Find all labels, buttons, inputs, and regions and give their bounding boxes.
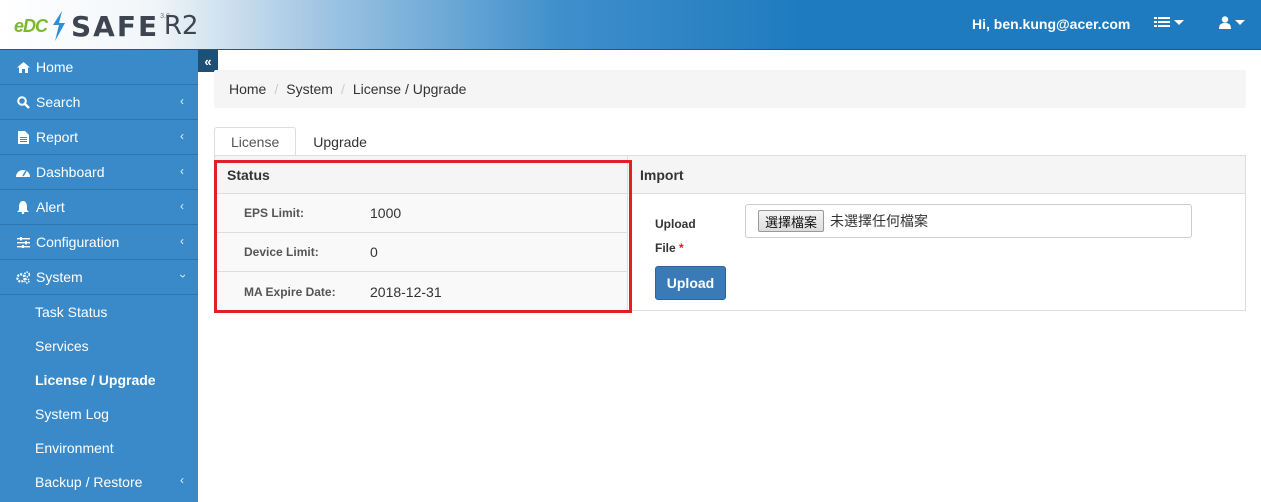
tab-upgrade[interactable]: Upgrade (296, 127, 384, 155)
chevron-left-icon: ‹ (180, 164, 184, 178)
sidebar-subitem-label: Services (35, 338, 89, 354)
sidebar-item-report[interactable]: Report ‹ (0, 120, 198, 155)
status-label: Device Limit: (244, 245, 319, 259)
sidebar-item-label: Search (36, 94, 81, 110)
sidebar-subitem-label: Environment (35, 440, 114, 456)
status-row-ma-expire-date: MA Expire Date: 2018-12-31 (215, 272, 629, 311)
tab-license[interactable]: License (214, 127, 297, 155)
top-bar: eDC SAFE 3.0 R2 Hi, ben.kung@acer.com (0, 0, 1261, 50)
file-status-text: 未選擇任何檔案 (830, 214, 929, 230)
sidebar-subitem-label: System Log (35, 406, 109, 422)
sidebar-collapse-button[interactable]: « (198, 50, 218, 72)
breadcrumb: Home / System / License / Upgrade (214, 70, 1246, 108)
user-icon (1219, 16, 1231, 29)
breadcrumb-item-current: License / Upgrade (352, 81, 467, 97)
sidebar-item-home[interactable]: Home (0, 50, 198, 85)
sidebar-item-label: System (36, 269, 83, 285)
app-logo[interactable]: eDC SAFE 3.0 R2 (14, 9, 198, 43)
logo-r2: R2 (163, 11, 199, 41)
file-input[interactable]: 選擇檔案 未選擇任何檔案 (745, 204, 1192, 238)
chevron-left-icon: ‹ (180, 473, 184, 487)
user-menu-toggle[interactable] (1219, 16, 1245, 29)
upload-label-line1: Upload (655, 217, 696, 231)
bolt-icon (53, 11, 66, 41)
chevron-left-icon: ‹ (180, 199, 184, 213)
sidebar: Home Search ‹ Report ‹ Dashboard ‹ Alert… (0, 50, 198, 502)
status-value: 1000 (370, 205, 402, 221)
chevron-down-icon (1174, 19, 1184, 25)
status-label: MA Expire Date: (244, 284, 336, 299)
status-panel: Status EPS Limit: 1000 Device Limit: 0 M… (214, 155, 630, 311)
sidebar-subitem-task-status[interactable]: Task Status (0, 295, 198, 329)
logo-safe: SAFE (71, 9, 160, 43)
sidebar-item-search[interactable]: Search ‹ (0, 85, 198, 120)
bell-icon (15, 200, 31, 214)
upload-label-line2: File (655, 241, 676, 255)
status-label: EPS Limit: (244, 206, 305, 220)
sidebar-item-label: Alert (36, 199, 65, 215)
choose-file-button[interactable]: 選擇檔案 (758, 210, 825, 232)
status-row-eps-limit: EPS Limit: 1000 (215, 194, 629, 233)
status-row-device-limit: Device Limit: 0 (215, 233, 629, 272)
sliders-icon (15, 236, 31, 248)
breadcrumb-separator: / (274, 81, 279, 97)
sidebar-subitem-license-upgrade[interactable]: License / Upgrade (0, 363, 198, 397)
sidebar-subitem-system-log[interactable]: System Log (0, 397, 198, 431)
sidebar-item-label: Dashboard (36, 164, 105, 180)
chevron-down-icon (1235, 20, 1245, 25)
required-marker: * (679, 241, 684, 255)
search-icon (15, 95, 31, 109)
sidebar-subitem-label: Task Status (35, 304, 108, 320)
breadcrumb-separator: / (340, 81, 345, 97)
upload-button[interactable]: Upload (655, 266, 726, 300)
sidebar-item-label: Report (36, 129, 79, 145)
sidebar-item-system[interactable]: System ‹ (0, 260, 198, 295)
user-greeting[interactable]: Hi, ben.kung@acer.com (972, 16, 1130, 32)
breadcrumb-item-system[interactable]: System (286, 81, 333, 97)
sidebar-item-label: Configuration (36, 234, 120, 250)
status-value: 2018-12-31 (370, 283, 442, 300)
status-value: 0 (370, 244, 378, 260)
chevron-left-icon: ‹ (180, 234, 184, 248)
sidebar-item-label: Home (36, 59, 74, 75)
home-icon (15, 61, 31, 73)
chevron-down-icon: ‹ (175, 274, 189, 278)
file-icon (15, 130, 31, 144)
sidebar-subitem-label: License / Upgrade (35, 372, 156, 388)
dashboard-icon (15, 167, 31, 177)
sidebar-item-configuration[interactable]: Configuration ‹ (0, 225, 198, 260)
sidebar-subitem-services[interactable]: Services (0, 329, 198, 363)
status-panel-title: Status (215, 156, 629, 194)
sidebar-subitem-label: Backup / Restore (35, 474, 143, 490)
sidebar-item-alert[interactable]: Alert ‹ (0, 190, 198, 225)
upload-file-label: Upload File * (655, 212, 696, 260)
import-panel-title: Import (628, 156, 1245, 194)
list-menu-toggle[interactable] (1154, 16, 1184, 28)
sidebar-subitem-environment[interactable]: Environment (0, 431, 198, 465)
sidebar-item-dashboard[interactable]: Dashboard ‹ (0, 155, 198, 190)
breadcrumb-item-home[interactable]: Home (229, 81, 266, 97)
tab-bar: License Upgrade (214, 127, 384, 155)
logo-edc: eDC (14, 15, 48, 36)
chevron-left-icon: ‹ (180, 129, 184, 143)
sidebar-subitem-backup-restore[interactable]: Backup / Restore ‹ (0, 465, 198, 499)
cogs-icon (15, 270, 31, 284)
list-icon (1154, 17, 1170, 27)
chevron-left-icon: ‹ (180, 94, 184, 108)
